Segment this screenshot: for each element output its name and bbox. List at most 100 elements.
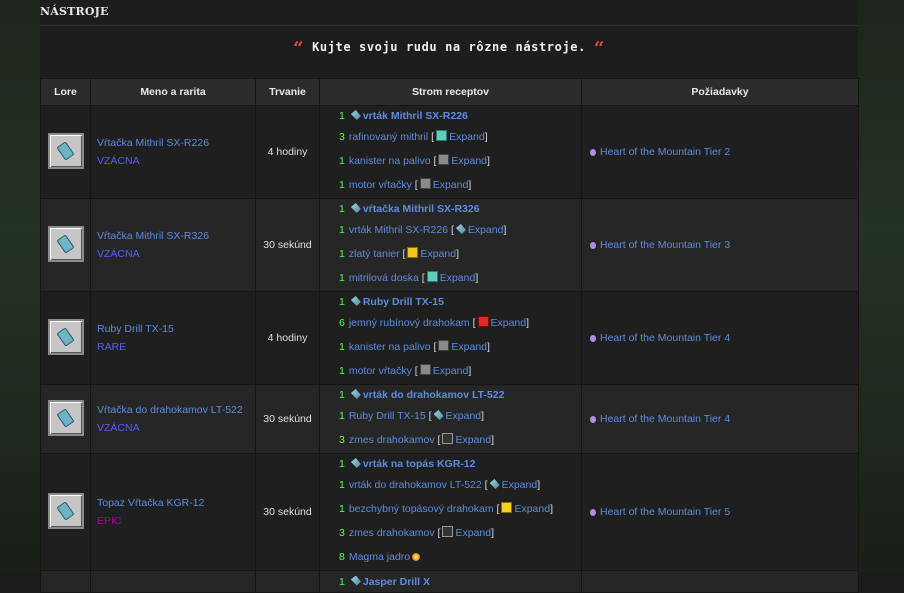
requirement-link[interactable]: Heart of the Mountain Tier 5: [600, 506, 730, 518]
recipe-item-link[interactable]: kanister na palivo: [349, 155, 431, 167]
bracket-open: [: [434, 434, 441, 446]
quantity: 1: [339, 224, 345, 236]
expand-link[interactable]: Expand: [455, 527, 491, 539]
bracket-open: [: [428, 131, 435, 143]
expand-link[interactable]: Expand: [440, 272, 476, 284]
expand-link[interactable]: Expand: [502, 479, 538, 491]
requirement-link[interactable]: Heart of the Mountain Tier 2: [600, 146, 730, 158]
recipe-item-link[interactable]: bezchybný topásový drahokam: [349, 503, 494, 515]
expand-link[interactable]: Expand: [451, 341, 487, 353]
recipe-line: 1 vrták do drahokamov LT-522 [Expand]: [339, 473, 580, 497]
recipe-item-link[interactable]: vrták na topás KGR-12: [363, 458, 476, 470]
item-name-link[interactable]: Vŕtačka Mithril SX-R326: [97, 227, 254, 245]
drill-icon: [350, 575, 361, 586]
expand-link[interactable]: Expand: [446, 410, 482, 422]
duration-cell: [255, 570, 320, 593]
expand-link[interactable]: Expand: [491, 317, 527, 329]
item-name-link[interactable]: Vŕtačka Mithril SX-R226: [97, 134, 254, 152]
recipe-item-link[interactable]: motor vŕtačky: [349, 365, 412, 377]
quantity: 1: [339, 110, 345, 122]
expand-link[interactable]: Expand: [449, 131, 485, 143]
quantity: 1: [339, 458, 345, 470]
drill-icon: [433, 410, 444, 420]
recipe-item-link[interactable]: vrták do drahokamov LT-522: [349, 479, 482, 491]
recipe-line: 1 Ruby Drill TX-15 [Expand]: [339, 404, 580, 428]
recipe-item-link[interactable]: vrták Mithril SX-R226: [363, 110, 468, 122]
requirements-cell: Heart of the Mountain Tier 5: [581, 453, 859, 571]
recipe-line: 3 rafinovaný mithril [Expand]: [339, 125, 580, 149]
quantity: 6: [339, 317, 345, 329]
bracket-open: [: [399, 248, 406, 260]
bracket-open: [: [418, 272, 425, 284]
table-row: Ruby Drill TX-15 RARE 4 hodiny 1 Ruby Drill …: [40, 291, 859, 385]
canister-icon: [438, 340, 450, 351]
bracket-close: ]: [475, 272, 479, 284]
recipe-item-link[interactable]: zmes drahokamov: [349, 527, 435, 539]
header-requirements: Požiadavky: [581, 78, 859, 106]
requirements-cell: Heart of the Mountain Tier 3: [581, 198, 859, 292]
recipe-item-link[interactable]: jemný rubínový drahokam: [349, 317, 470, 329]
drill-icon: [350, 458, 361, 468]
recipe-item-link[interactable]: zmes drahokamov: [349, 434, 435, 446]
recipe-item-link[interactable]: kanister na palivo: [349, 341, 431, 353]
item-name-link[interactable]: Topaz Vŕtačka KGR-12: [97, 494, 254, 512]
recipe-line: 1 vrták do drahokamov LT-522: [339, 386, 580, 404]
recipe-tree-cell: 1 vrták do drahokamov LT-522 1 Ruby Drill T…: [319, 384, 582, 454]
drill-lore-icon[interactable]: [47, 492, 84, 529]
bracket-close: ]: [491, 434, 495, 446]
recipe-item-link[interactable]: motor vŕtačky: [349, 179, 412, 191]
quantity: 1: [339, 365, 345, 377]
drill-lore-icon[interactable]: [47, 132, 84, 169]
topaz-icon: [501, 502, 513, 513]
expand-link[interactable]: Expand: [514, 503, 550, 515]
expand-link[interactable]: Expand: [455, 434, 491, 446]
recipe-item-link[interactable]: Ruby Drill TX-15: [349, 410, 426, 422]
table-row: Vŕtačka do drahokamov LT-522 VZÁCNA 30 sek…: [40, 384, 859, 454]
name-rarity-cell: Vŕtačka do drahokamov LT-522 VZÁCNA: [90, 384, 256, 454]
requirement-link[interactable]: Heart of the Mountain Tier 3: [600, 239, 730, 251]
item-name-link[interactable]: Ruby Drill TX-15: [97, 320, 254, 338]
duration-cell: 30 sekúnd: [255, 384, 320, 454]
item-name-link[interactable]: Vŕtačka do drahokamov LT-522: [97, 401, 254, 419]
bracket-close: ]: [456, 248, 460, 260]
recipe-item-link[interactable]: Ruby Drill TX-15: [363, 296, 444, 308]
recipe-item-link[interactable]: vrták do drahokamov LT-522: [363, 389, 505, 401]
requirement-link[interactable]: Heart of the Mountain Tier 4: [600, 413, 730, 425]
expand-link[interactable]: Expand: [433, 365, 469, 377]
recipe-line: 1 motor vŕtačky [Expand]: [339, 173, 580, 197]
bracket-close: ]: [487, 155, 490, 167]
expand-link[interactable]: Expand: [433, 179, 469, 191]
drill-lore-icon[interactable]: [47, 399, 84, 436]
recipe-line: 6 jemný rubínový drahokam [Expand]: [339, 311, 580, 335]
duration-cell: 30 sekúnd: [255, 453, 320, 571]
recipe-item-link[interactable]: rafinovaný mithril: [349, 131, 428, 143]
expand-link[interactable]: Expand: [468, 224, 504, 236]
quantity: 1: [339, 296, 345, 308]
drill-lore-icon[interactable]: [47, 318, 84, 355]
recipe-tree-cell: 1 Ruby Drill TX-15 6 jemný rubínový drahoka…: [319, 291, 582, 385]
recipe-item-link[interactable]: vŕtačka Mithril SX-R326: [363, 203, 480, 215]
expand-link[interactable]: Expand: [451, 155, 487, 167]
drill-lore-icon[interactable]: [47, 225, 84, 262]
drill-icon: [350, 203, 361, 213]
recipe-item-link[interactable]: zlatý tanier: [349, 248, 400, 260]
recipe-item-link[interactable]: Jasper Drill X: [363, 576, 430, 588]
requirements-cell: Heart of the Mountain Tier 4: [581, 384, 859, 454]
recipe-item-link[interactable]: Magma jadro: [349, 551, 410, 563]
bracket-open: [: [481, 479, 488, 491]
recipe-line: 1 bezchybný topásový drahokam [Expand]: [339, 497, 580, 521]
recipe-line: 1 vŕtačka Mithril SX-R326: [339, 200, 580, 218]
canister-icon: [438, 154, 450, 165]
requirements-cell: Heart of the Mountain Tier 2: [581, 105, 859, 199]
lore-cell: [40, 105, 91, 199]
bracket-close: ]: [550, 503, 553, 515]
duration-cell: 4 hodiny: [255, 291, 320, 385]
quantity: 1: [339, 179, 345, 191]
table-header-row: Lore Meno a rarita Trvanie Strom recepto…: [40, 78, 859, 106]
recipe-item-link[interactable]: vrták Mithril SX-R226: [349, 224, 448, 236]
expand-link[interactable]: Expand: [420, 248, 456, 260]
requirements-cell: Heart of the Mountain Tier 4: [581, 291, 859, 385]
recipe-item-link[interactable]: mitrilová doska: [349, 272, 419, 284]
requirement-link[interactable]: Heart of the Mountain Tier 4: [600, 332, 730, 344]
bracket-close: ]: [484, 131, 488, 143]
